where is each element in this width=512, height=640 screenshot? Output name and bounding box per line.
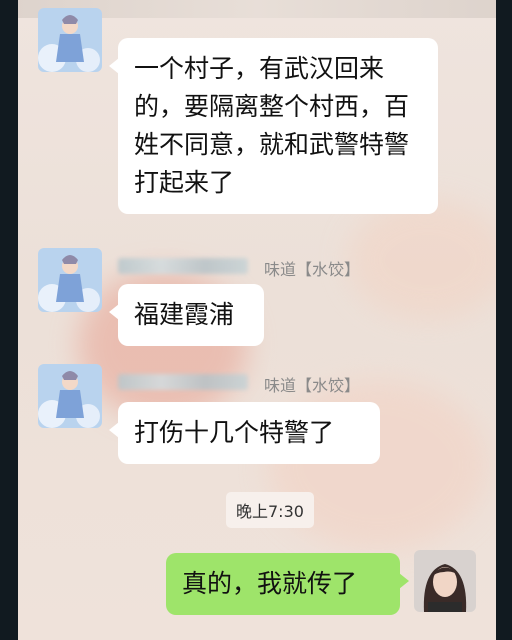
- message-text: 真的，我就传了: [182, 569, 358, 598]
- message-bubble[interactable]: 福建霞浦: [109, 284, 264, 346]
- sender-name: 味道【水饺】: [264, 376, 361, 395]
- message-timestamp: 晚上7:30: [226, 492, 314, 528]
- message-text: 福建霞浦: [134, 300, 235, 329]
- message-text: 一个村子，有武汉回来的，要隔离整个村西，百姓不同意，就和武警特警打起来了: [134, 54, 410, 197]
- bubble-tail: [399, 573, 409, 589]
- background-decoration: [348, 200, 496, 320]
- sender-avatar[interactable]: [38, 364, 102, 428]
- message-bubble[interactable]: 打伤十几个特警了: [109, 402, 380, 464]
- bubble-tail: [109, 58, 119, 74]
- bubble-tail: [109, 422, 119, 438]
- chat-screen: 一个村子，有武汉回来的，要隔离整个村西，百姓不同意，就和武警特警打起来了 味道【…: [18, 0, 496, 640]
- message-bubble[interactable]: 一个村子，有武汉回来的，要隔离整个村西，百姓不同意，就和武警特警打起来了: [109, 38, 438, 214]
- sender-name-blurred: [118, 258, 248, 274]
- sender-avatar[interactable]: [38, 248, 102, 312]
- bubble-tail: [109, 304, 119, 320]
- my-avatar[interactable]: [414, 550, 476, 612]
- sender-avatar[interactable]: [38, 8, 102, 72]
- my-message-bubble[interactable]: 真的，我就传了: [166, 553, 409, 615]
- message-text: 打伤十几个特警了: [134, 418, 335, 447]
- sender-name: 味道【水饺】: [264, 260, 361, 279]
- sender-name-blurred: [118, 374, 248, 390]
